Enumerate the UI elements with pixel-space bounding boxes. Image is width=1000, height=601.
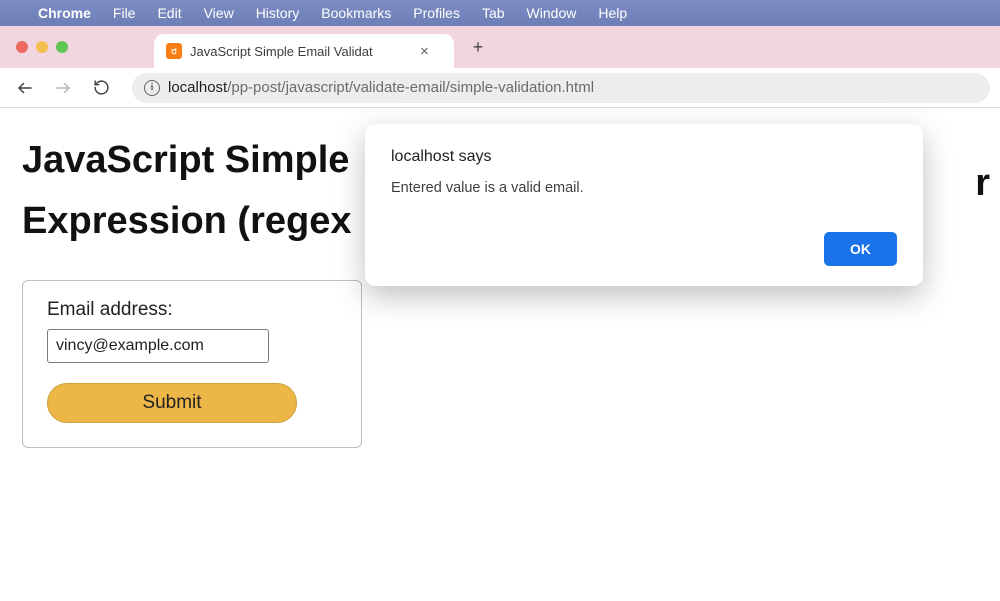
menubar-item-tab[interactable]: Tab <box>482 5 505 21</box>
email-form: Email address: Submit <box>22 280 362 448</box>
menubar-item-view[interactable]: View <box>204 5 234 21</box>
forward-button[interactable] <box>48 73 78 103</box>
page-title-line2: Expression (regex <box>22 200 351 242</box>
arrow-right-icon <box>54 79 72 97</box>
menubar-item-bookmarks[interactable]: Bookmarks <box>321 5 391 21</box>
url-path: /pp-post/javascript/validate-email/simpl… <box>227 79 594 96</box>
js-alert-dialog: localhost says Entered value is a valid … <box>365 124 923 286</box>
reload-button[interactable] <box>86 73 116 103</box>
site-info-icon[interactable]: i <box>144 80 160 96</box>
page-title-line1: JavaScript Simple <box>22 139 349 181</box>
tab-close-icon[interactable]: × <box>418 43 431 60</box>
window-controls <box>16 41 68 53</box>
reload-icon <box>93 79 110 96</box>
menubar-item-window[interactable]: Window <box>527 5 577 21</box>
alert-actions: OK <box>391 232 897 266</box>
window-minimize-button[interactable] <box>36 41 48 53</box>
email-input[interactable] <box>47 329 269 363</box>
menubar-app[interactable]: Chrome <box>38 5 91 21</box>
alert-origin: localhost says <box>391 148 897 166</box>
menubar-item-history[interactable]: History <box>256 5 300 21</box>
back-button[interactable] <box>10 73 40 103</box>
menubar-item-help[interactable]: Help <box>598 5 627 21</box>
submit-button[interactable]: Submit <box>47 383 297 423</box>
menubar-item-profiles[interactable]: Profiles <box>413 5 460 21</box>
address-bar[interactable]: i localhost/pp-post/javascript/validate-… <box>132 73 990 103</box>
browser-toolbar: i localhost/pp-post/javascript/validate-… <box>0 68 1000 108</box>
menubar-item-edit[interactable]: Edit <box>157 5 181 21</box>
chrome-tabstrip: ರ JavaScript Simple Email Validat × + <box>0 26 1000 68</box>
email-label: Email address: <box>47 299 337 321</box>
alert-ok-button[interactable]: OK <box>824 232 897 266</box>
menubar-item-file[interactable]: File <box>113 5 136 21</box>
macos-menubar: Chrome File Edit View History Bookmarks … <box>0 0 1000 26</box>
alert-message: Entered value is a valid email. <box>391 180 897 196</box>
arrow-left-icon <box>16 79 34 97</box>
page-title-trail: r <box>975 162 990 205</box>
new-tab-button[interactable]: + <box>464 33 492 61</box>
tab-title: JavaScript Simple Email Validat <box>190 44 410 59</box>
browser-tab[interactable]: ರ JavaScript Simple Email Validat × <box>154 34 454 68</box>
window-fullscreen-button[interactable] <box>56 41 68 53</box>
tab-favicon-icon: ರ <box>166 43 182 59</box>
window-close-button[interactable] <box>16 41 28 53</box>
url-host: localhost <box>168 79 227 96</box>
url-text: localhost/pp-post/javascript/validate-em… <box>168 79 594 96</box>
